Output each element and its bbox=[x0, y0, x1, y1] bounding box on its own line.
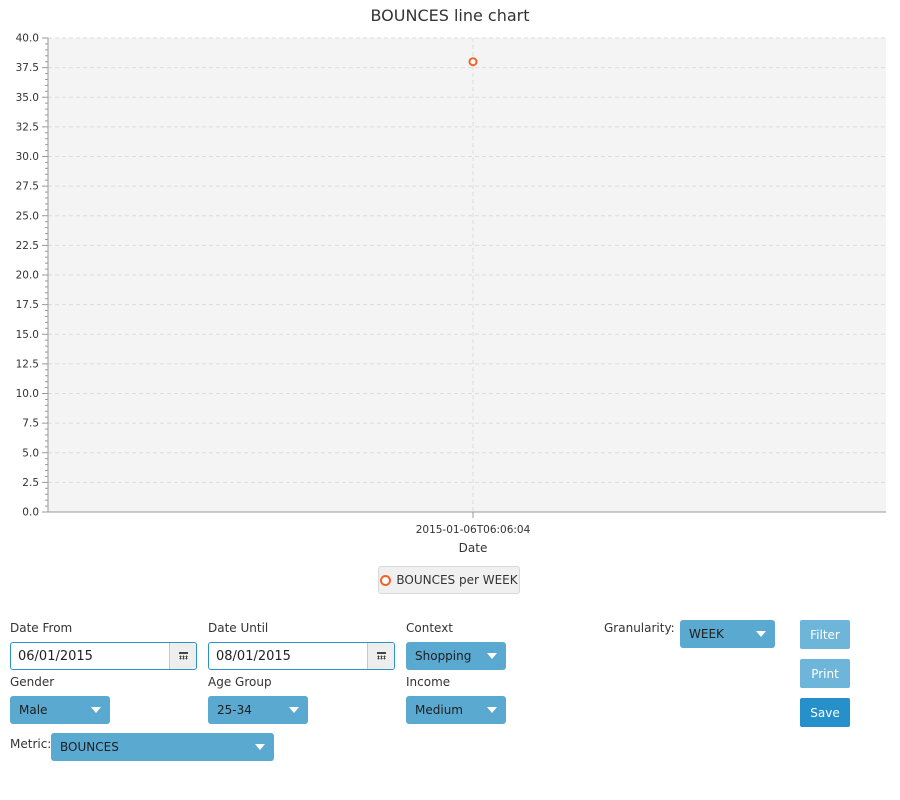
chevron-down-icon bbox=[255, 744, 265, 750]
y-tick-label: 25.0 bbox=[16, 210, 39, 222]
metric-dropdown[interactable]: BOUNCES bbox=[51, 733, 274, 761]
y-tick-label: 40.0 bbox=[16, 33, 39, 45]
y-tick-label: 20.0 bbox=[16, 270, 39, 282]
chevron-down-icon bbox=[756, 631, 766, 637]
gender-label: Gender bbox=[10, 675, 55, 689]
data-point bbox=[468, 57, 478, 67]
chevron-down-icon bbox=[289, 707, 299, 713]
date-from-field[interactable]: 06/01/2015 bbox=[11, 643, 169, 669]
y-tick-label: 7.5 bbox=[22, 418, 39, 430]
granularity-label: Granularity: bbox=[604, 621, 675, 635]
legend-symbol-icon bbox=[380, 574, 392, 586]
income-dropdown[interactable]: Medium bbox=[406, 696, 506, 724]
context-label: Context bbox=[406, 621, 454, 635]
context-dropdown[interactable]: Shopping bbox=[406, 642, 506, 670]
y-tick-label: 2.5 bbox=[22, 477, 39, 489]
age-group-value: 25-34 bbox=[217, 703, 252, 717]
line-chart: 0.0 2.5 5.0 7.5 10.0 12.5 15.0 17.5 20.0 22.5 25.0… bbox=[16, 33, 886, 555]
metric-label: Metric: bbox=[10, 737, 52, 751]
plot-background bbox=[48, 38, 886, 512]
y-tick-label: 37.5 bbox=[16, 62, 39, 74]
y-tick-label: 27.5 bbox=[16, 181, 39, 193]
chevron-down-icon bbox=[487, 707, 497, 713]
date-from-calendar-button[interactable] bbox=[169, 643, 196, 669]
y-tick-label: 15.0 bbox=[16, 329, 39, 341]
age-group-label: Age Group bbox=[208, 675, 272, 689]
chevron-down-icon bbox=[91, 707, 101, 713]
income-value: Medium bbox=[415, 703, 463, 717]
y-tick-label: 17.5 bbox=[16, 299, 39, 311]
chevron-down-icon bbox=[487, 653, 497, 659]
print-button[interactable]: Print bbox=[800, 659, 850, 688]
y-tick-label: 10.0 bbox=[16, 388, 39, 400]
calendar-icon bbox=[178, 652, 188, 660]
chart-legend: BOUNCES per WEEK bbox=[378, 566, 520, 594]
granularity-value: WEEK bbox=[689, 627, 724, 641]
context-value: Shopping bbox=[415, 649, 472, 663]
filter-button[interactable]: Filter bbox=[800, 620, 850, 649]
age-group-dropdown[interactable]: 25-34 bbox=[208, 696, 308, 724]
y-tick-label: 32.5 bbox=[16, 121, 39, 133]
x-axis-title: Date bbox=[459, 541, 488, 555]
date-until-calendar-button[interactable] bbox=[367, 643, 394, 669]
date-until-label: Date Until bbox=[208, 621, 269, 635]
y-tick-label: 22.5 bbox=[16, 240, 39, 252]
gender-value: Male bbox=[19, 703, 48, 717]
calendar-icon bbox=[376, 652, 386, 660]
income-label: Income bbox=[406, 675, 451, 689]
date-from-picker[interactable]: 06/01/2015 bbox=[10, 642, 197, 670]
gender-dropdown[interactable]: Male bbox=[10, 696, 110, 724]
metric-value: BOUNCES bbox=[60, 740, 119, 754]
y-tick-label: 30.0 bbox=[16, 151, 39, 163]
y-tick-label: 5.0 bbox=[22, 447, 39, 459]
date-until-picker[interactable]: 08/01/2015 bbox=[208, 642, 395, 670]
legend-label: BOUNCES per WEEK bbox=[396, 573, 518, 587]
y-tick-label: 12.5 bbox=[16, 358, 39, 370]
date-until-field[interactable]: 08/01/2015 bbox=[209, 643, 367, 669]
save-button[interactable]: Save bbox=[800, 698, 850, 727]
granularity-dropdown[interactable]: WEEK bbox=[680, 620, 775, 648]
date-from-label: Date From bbox=[10, 621, 73, 635]
y-tick-label: 0.0 bbox=[22, 507, 39, 519]
x-tick-label: 2015-01-06T06:06:04 bbox=[416, 524, 531, 536]
y-tick-label: 35.0 bbox=[16, 92, 39, 104]
